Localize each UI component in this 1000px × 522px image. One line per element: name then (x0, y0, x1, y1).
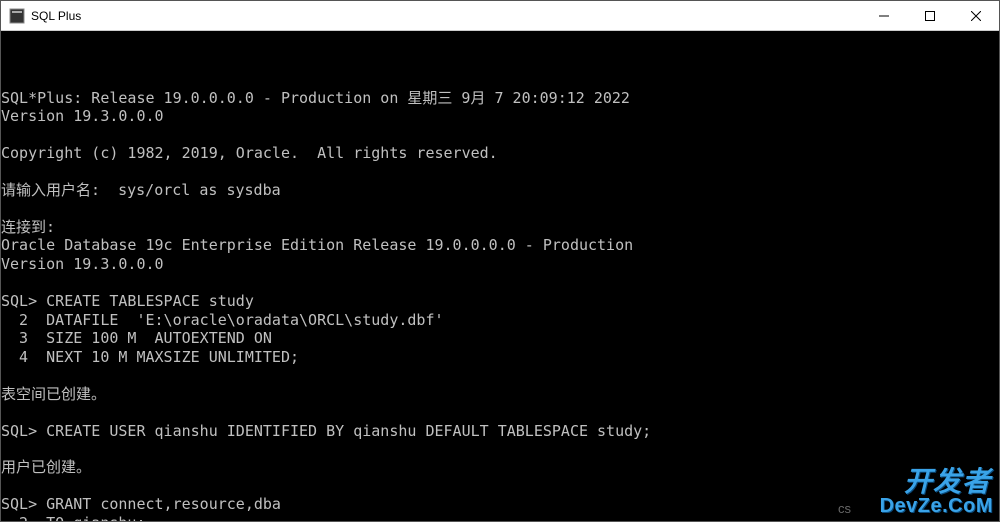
terminal[interactable]: SQL*Plus: Release 19.0.0.0.0 - Productio… (1, 31, 999, 521)
terminal-line: 3 SIZE 100 M AUTOEXTEND ON (1, 329, 999, 348)
terminal-line: 用户已创建。 (1, 458, 999, 477)
watermark-cs: cs (838, 501, 851, 517)
terminal-line (1, 71, 999, 89)
terminal-line: Version 19.3.0.0.0 (1, 255, 999, 274)
app-icon (9, 8, 25, 24)
terminal-line (1, 404, 999, 422)
terminal-line: 连接到: (1, 218, 999, 237)
terminal-line: 请输入用户名: sys/orcl as sysdba (1, 181, 999, 200)
terminal-line: SQL> CREATE USER qianshu IDENTIFIED BY q… (1, 422, 999, 441)
watermark-domain: DevZe.CoM (880, 494, 993, 519)
window: SQL Plus SQL*Plus: Release 19.0.0.0.0 - … (0, 0, 1000, 522)
close-button[interactable] (953, 1, 999, 30)
terminal-line (1, 163, 999, 181)
terminal-line: Oracle Database 19c Enterprise Edition R… (1, 236, 999, 255)
terminal-line: Version 19.3.0.0.0 (1, 107, 999, 126)
window-controls (861, 1, 999, 30)
terminal-line (1, 126, 999, 144)
maximize-button[interactable] (907, 1, 953, 30)
terminal-line (1, 440, 999, 458)
terminal-line (1, 274, 999, 292)
terminal-line: 4 NEXT 10 M MAXSIZE UNLIMITED; (1, 348, 999, 367)
terminal-line: SQL*Plus: Release 19.0.0.0.0 - Productio… (1, 89, 999, 108)
terminal-line (1, 200, 999, 218)
minimize-button[interactable] (861, 1, 907, 30)
terminal-line (1, 367, 999, 385)
terminal-line: 2 DATAFILE 'E:\oracle\oradata\ORCL\study… (1, 311, 999, 330)
terminal-line: SQL> CREATE TABLESPACE study (1, 292, 999, 311)
titlebar[interactable]: SQL Plus (1, 1, 999, 31)
terminal-line (1, 477, 999, 495)
terminal-line: Copyright (c) 1982, 2019, Oracle. All ri… (1, 144, 999, 163)
terminal-line: 表空间已创建。 (1, 385, 999, 404)
window-title: SQL Plus (31, 9, 861, 23)
